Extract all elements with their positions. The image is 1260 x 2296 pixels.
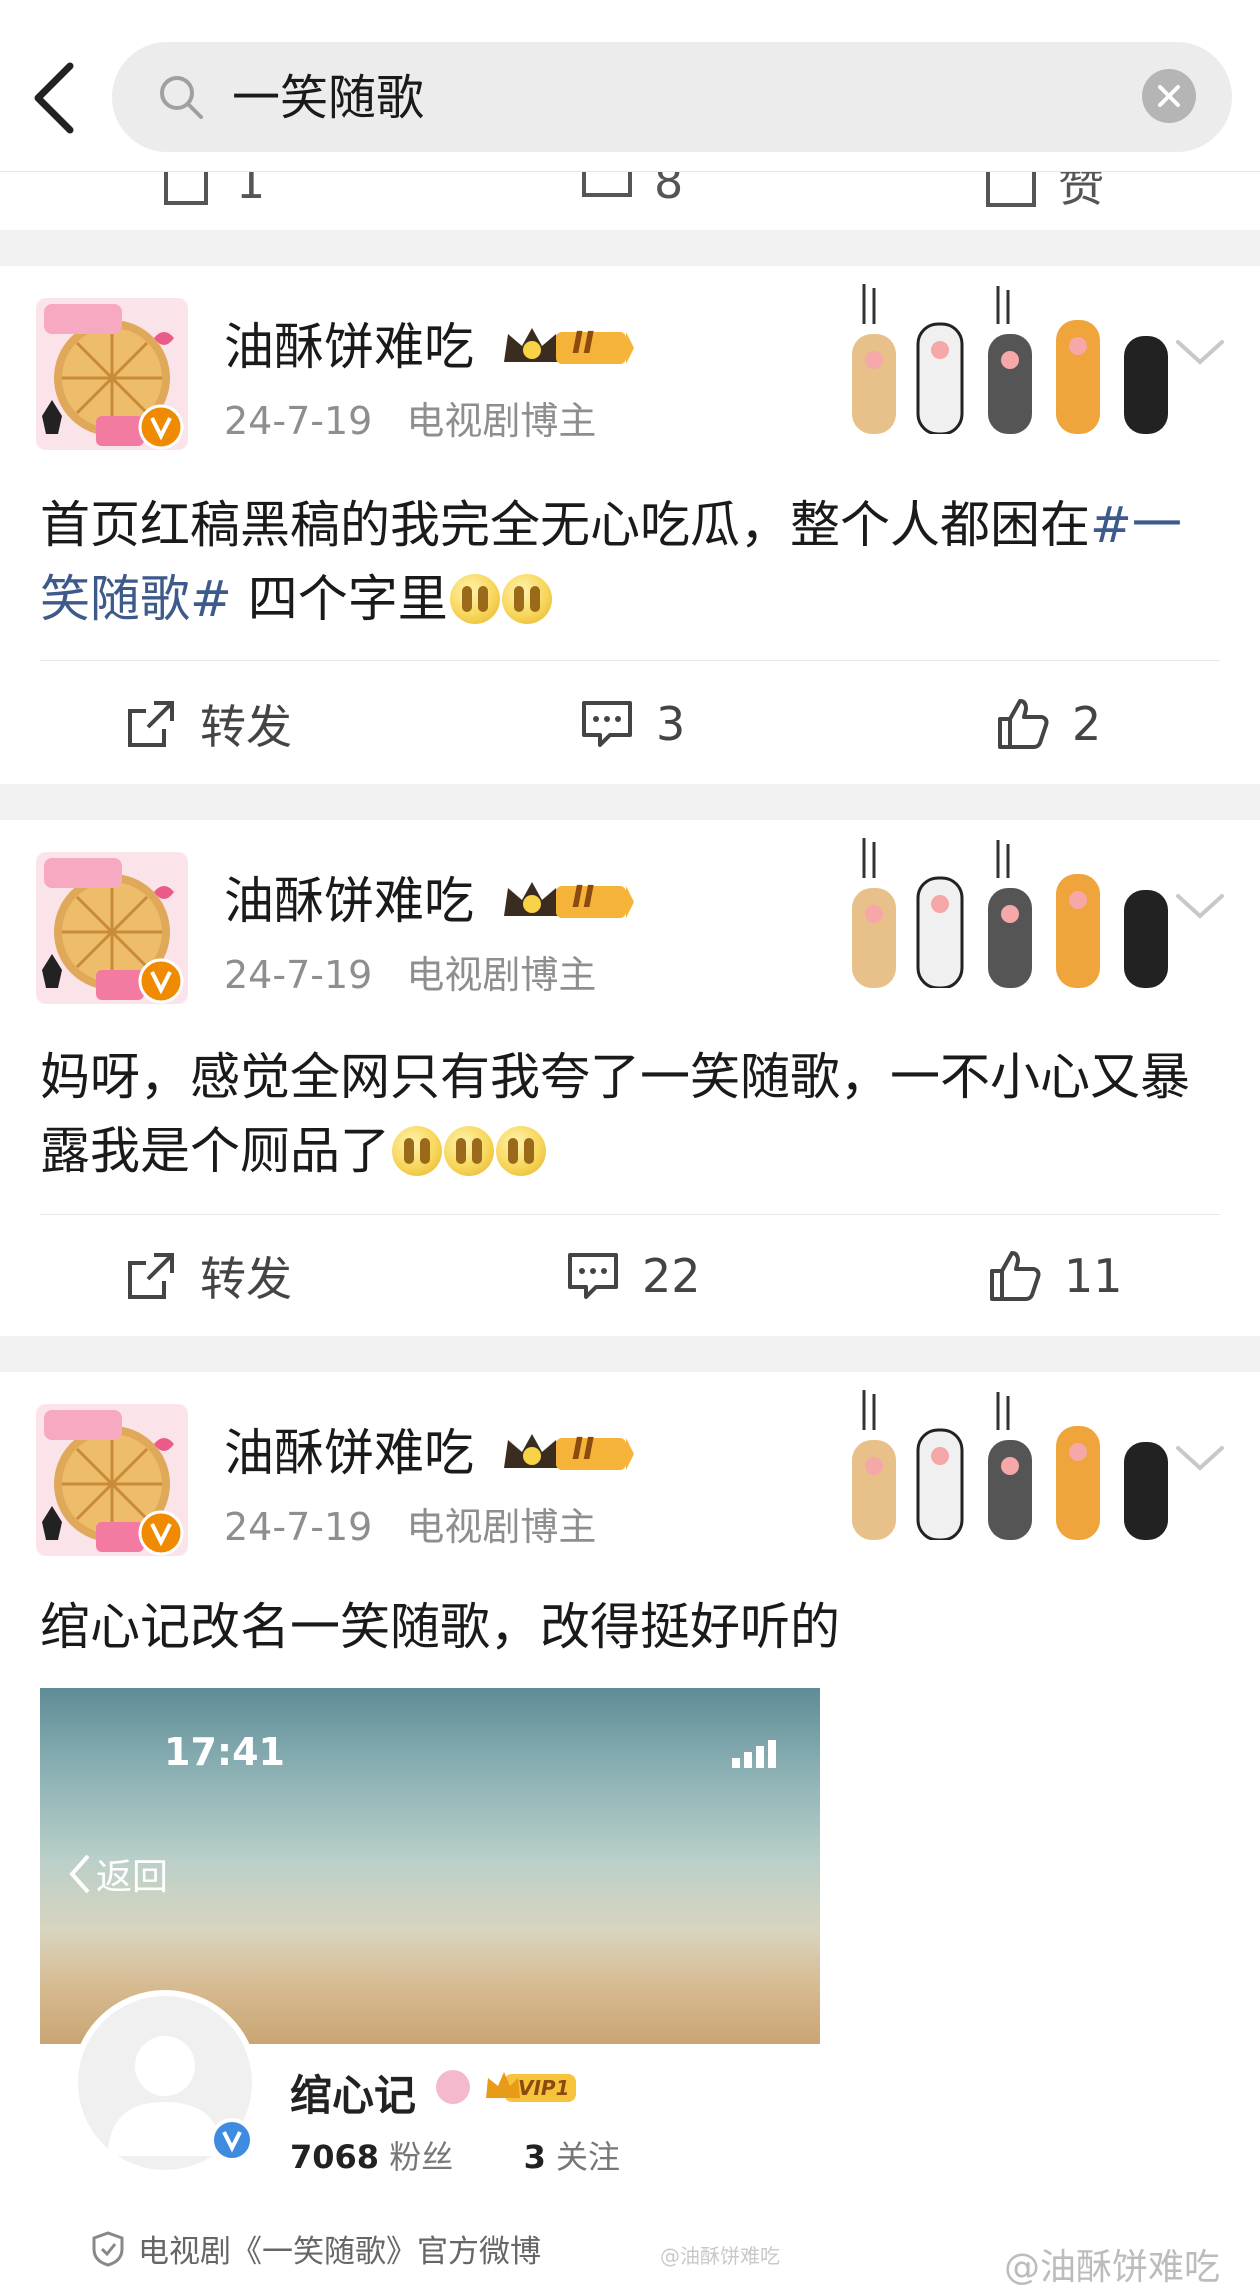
back-button[interactable] [30, 58, 78, 138]
previous-like-action[interactable]: 赞 [984, 172, 1104, 212]
previous-comment-count: 8 [654, 172, 684, 209]
post-date: 24-7-19 [224, 953, 373, 997]
vip-badge: VIP1 [484, 2068, 580, 2106]
divider [40, 660, 1220, 661]
following-label: 关注 [556, 2138, 621, 2176]
repost-button[interactable]: 转发 [124, 692, 292, 756]
post-date: 24-7-19 [224, 1505, 373, 1549]
previous-repost-action[interactable]: 1 [162, 172, 265, 212]
post-date: 24-7-19 [224, 399, 373, 443]
repost-button[interactable]: 转发 [124, 1244, 292, 1308]
post-text: 首页红稿黑稿的我完全无心吃瓜，整个人都困在#一笑随歌# 四个字里 [40, 488, 1220, 636]
post-text: 绾心记改名一笑随歌，改得挺好听的 [40, 1598, 840, 1656]
username[interactable]: 油酥饼难吃 [224, 316, 474, 378]
chevron-left-icon [69, 1854, 90, 1894]
cat-paws-decoration-icon [842, 838, 1182, 988]
member-badge-label: II [572, 1432, 595, 1467]
like-count: 11 [1064, 1249, 1123, 1303]
member-badge-icon[interactable] [498, 1428, 636, 1478]
comment-icon [566, 1249, 620, 1303]
location-icon [436, 2070, 470, 2104]
previous-repost-count: 1 [236, 172, 266, 209]
cat-paws-decoration-icon [842, 1390, 1182, 1540]
comment-count: 22 [642, 1249, 701, 1303]
post-card[interactable]: 油酥饼难吃 II 24-7-19 电视剧博主 妈呀，感觉全网只有我夸了一笑随歌，一… [0, 820, 1260, 1336]
search-query[interactable]: 一笑随歌 [232, 68, 424, 128]
username[interactable]: 油酥饼难吃 [224, 1422, 474, 1484]
previous-like-label: 赞 [1058, 172, 1104, 212]
post-source: 电视剧博主 [406, 953, 597, 997]
clear-search-button[interactable] [1142, 69, 1196, 123]
like-icon [986, 172, 1036, 207]
embed-official-line: 电视剧《一笑随歌》官方微博 [92, 2226, 541, 2271]
chevron-down-icon[interactable] [1172, 332, 1228, 372]
emoji-icon [496, 1126, 546, 1176]
watermark-small: @油酥饼难吃 [660, 2244, 780, 2268]
chevron-down-icon[interactable] [1172, 1438, 1228, 1478]
comment-button[interactable]: 3 [580, 692, 685, 756]
chevron-left-icon [34, 62, 74, 134]
search-icon [160, 76, 203, 119]
following-count: 3 [523, 2138, 546, 2176]
embed-stats: 7068 粉丝 3 关注 [290, 2132, 620, 2178]
post-meta: 24-7-19 电视剧博主 [224, 396, 596, 446]
post-text: 妈呀，感觉全网只有我夸了一笑随歌，一不小心又暴露我是个厕品了 [40, 1040, 1220, 1188]
official-label: 电视剧《一笑随歌》官方微博 [138, 2234, 541, 2270]
member-badge-label: II [572, 880, 595, 915]
member-badge-label: II [572, 326, 595, 361]
followers-label: 粉丝 [389, 2138, 454, 2176]
username[interactable]: 油酥饼难吃 [224, 870, 474, 932]
watermark: @油酥饼难吃 [1004, 2247, 1221, 2288]
previous-post-footer: 1 8 赞 [0, 172, 1260, 230]
member-badge-icon[interactable] [498, 322, 636, 372]
followers-count: 7068 [290, 2138, 380, 2176]
member-badge-icon[interactable] [498, 876, 636, 926]
divider [40, 1214, 1220, 1215]
like-count: 2 [1072, 697, 1102, 751]
shield-icon [92, 2230, 124, 2267]
embed-status-time: 17:41 [164, 1730, 285, 1774]
like-button[interactable]: 2 [996, 692, 1101, 756]
search-header: 一笑随歌 [0, 0, 1260, 172]
repost-icon [164, 172, 208, 205]
repost-label: 转发 [200, 700, 292, 754]
like-button[interactable]: 11 [988, 1244, 1123, 1308]
post-meta: 24-7-19 电视剧博主 [224, 1502, 596, 1552]
like-icon [996, 697, 1050, 751]
post-text-body: 首页红稿黑稿的我完全无心吃瓜，整个人都困在 [40, 496, 1090, 554]
signal-icon [732, 1740, 776, 1768]
post-text-body: 妈呀，感觉全网只有我夸了一笑随歌，一不小心又暴露我是个厕品了 [40, 1048, 1190, 1180]
post-card[interactable]: 油酥饼难吃 II 24-7-19 电视剧博主 首页红稿黑稿的我完全无心吃瓜，整个人… [0, 266, 1260, 784]
vip-label: VIP1 [518, 2076, 570, 2100]
verified-icon [210, 2118, 254, 2162]
post-meta: 24-7-19 电视剧博主 [224, 950, 596, 1000]
comment-icon [580, 697, 634, 751]
search-input[interactable]: 一笑随歌 [112, 42, 1232, 152]
embed-back-label: 返回 [96, 1857, 169, 1898]
emoji-icon [444, 1126, 494, 1176]
emoji-icon [449, 574, 500, 624]
close-icon [1158, 85, 1180, 107]
previous-comment-action[interactable]: 8 [580, 172, 683, 212]
comment-count: 3 [656, 697, 686, 751]
verified-icon [138, 958, 184, 1004]
verified-icon [138, 404, 184, 450]
embed-back-button: 返回 [66, 1848, 168, 1900]
emoji-icon [392, 1126, 442, 1176]
post-source: 电视剧博主 [406, 1505, 597, 1549]
repost-icon [124, 697, 178, 751]
cat-paws-decoration-icon [842, 284, 1182, 434]
post-text-tail: 四个字里 [231, 570, 448, 628]
emoji-icon [501, 574, 552, 624]
comment-icon [582, 172, 632, 197]
verified-icon [138, 1510, 184, 1556]
post-image[interactable]: 17:41 返回 绾心记 VIP1 7068 粉丝 3 关注 电视剧《一笑随歌》… [40, 1688, 820, 2296]
post-source: 电视剧博主 [406, 399, 597, 443]
like-icon [988, 1249, 1042, 1303]
embed-account-name: 绾心记 [290, 2071, 417, 2120]
repost-label: 转发 [200, 1252, 292, 1306]
repost-icon [124, 1249, 178, 1303]
chevron-down-icon[interactable] [1172, 886, 1228, 926]
comment-button[interactable]: 22 [566, 1244, 701, 1308]
